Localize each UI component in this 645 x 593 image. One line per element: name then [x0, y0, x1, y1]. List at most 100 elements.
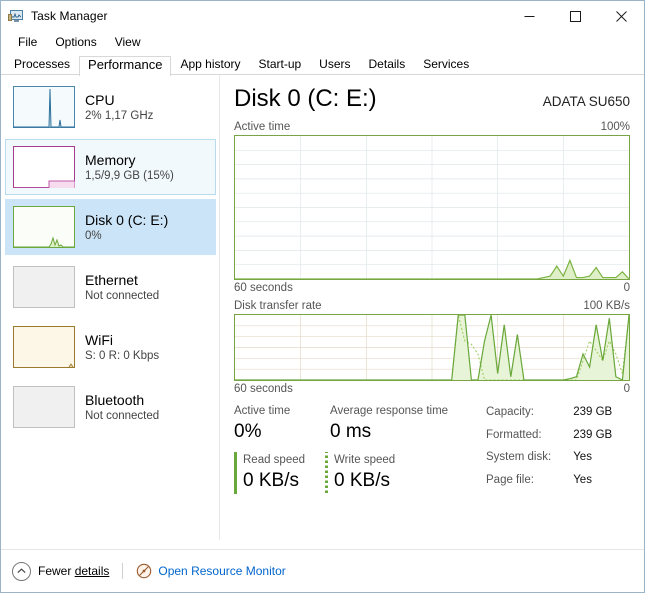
legend-read-speed: Read speed 0 KB/s [234, 452, 325, 494]
info-key: Capacity: [486, 406, 534, 418]
transfer-rate-graph-ymin: 0 [623, 383, 630, 395]
wifi-thumbnail-graph [13, 326, 75, 368]
menu-item-file[interactable]: File [9, 32, 46, 52]
sidebar-item-sublabel: 1,5/9,9 GB (15%) [85, 169, 174, 182]
stat-average-response-time: Average response time 0 ms [330, 404, 484, 445]
transfer-rate-graph-ymax: 100 KB/s [583, 300, 630, 312]
fewer-details-button[interactable]: Fewer details [12, 561, 110, 581]
wave-glyph [12, 13, 21, 18]
sidebar-item-disk-0[interactable]: Disk 0 (C: E:) 0% [5, 199, 216, 255]
tab-app-history[interactable]: App history [171, 53, 249, 75]
tab-users[interactable]: Users [310, 53, 359, 75]
info-value: Yes [573, 473, 592, 486]
disk-stats-left: Active time 0% Average response time 0 m… [234, 404, 630, 494]
bluetooth-thumbnail-graph [13, 386, 75, 428]
transfer-rate-graph-canvas [235, 315, 629, 380]
sidebar-item-wifi[interactable]: WiFi S: 0 R: 0 Kbps [5, 319, 216, 375]
maximize-button[interactable] [552, 1, 598, 31]
sidebar-item-ethernet[interactable]: Ethernet Not connected [5, 259, 216, 315]
active-time-graph-footer: 60 seconds 0 [234, 281, 630, 295]
open-resource-monitor-link[interactable]: Open Resource Monitor [136, 563, 286, 579]
write-speed-color-swatch [325, 452, 329, 494]
performance-detail-panel: Disk 0 (C: E:) ADATA SU650 Active time 1… [220, 75, 644, 540]
transfer-rate-graph-title: Disk transfer rate [234, 300, 322, 312]
info-key: System disk: [486, 451, 552, 463]
menu-item-view[interactable]: View [106, 32, 150, 52]
sidebar-item-sublabel: Not connected [85, 289, 160, 302]
resource-monitor-icon [137, 563, 152, 579]
table-row: System disk: Yes [486, 449, 612, 472]
menu-item-options[interactable]: Options [46, 32, 105, 52]
disk-thumbnail-graph [13, 206, 75, 248]
stat-value: 0 ms [330, 421, 372, 442]
read-speed-color-swatch [234, 452, 237, 494]
active-time-graph-ymax: 100% [600, 121, 630, 133]
disk-stats-metrics: Active time 0% Average response time 0 m… [234, 404, 484, 494]
legend-value: 0 KB/s [243, 470, 299, 491]
active-time-graph [234, 135, 630, 280]
tab-performance[interactable]: Performance [79, 56, 172, 76]
cpu-thumbnail-graph [13, 86, 75, 128]
info-value: 239 GB [573, 406, 613, 418]
table-row: Capacity: 239 GB [486, 404, 612, 427]
sidebar-item-label: Memory [85, 151, 136, 168]
window-controls [506, 1, 644, 31]
legend-label: Read speed [243, 454, 306, 466]
panel-header: Disk 0 (C: E:) ADATA SU650 [234, 85, 630, 113]
legend-value: 0 KB/s [334, 470, 391, 491]
table-row: Page file: Yes [486, 472, 612, 495]
menu-bar: File Options View [1, 31, 644, 53]
active-time-graph-labels: Active time 100% [234, 120, 630, 134]
sidebar-item-bluetooth[interactable]: Bluetooth Not connected [5, 379, 216, 435]
active-time-graph-ymin: 0 [623, 282, 630, 294]
chevron-up-icon [12, 561, 31, 581]
transfer-rate-graph-xlabel: 60 seconds [234, 383, 293, 395]
sidebar-item-sublabel: Not connected [85, 409, 160, 422]
tab-services[interactable]: Services [414, 53, 478, 75]
fewer-details-label: Fewer details [38, 564, 110, 578]
sidebar-item-sublabel: S: 0 R: 0 Kbps [85, 349, 160, 362]
stat-label: Active time [234, 405, 291, 417]
active-time-graph-canvas [235, 136, 629, 279]
status-divider [122, 563, 124, 579]
disk-info-table: Capacity: 239 GB Formatted: 239 GB Syste… [486, 404, 612, 494]
window-title: Task Manager [31, 9, 108, 23]
transfer-rate-graph-footer: 60 seconds 0 [234, 382, 630, 396]
sidebar-item-label: Ethernet [85, 271, 138, 288]
content-area: CPU 2% 1,17 GHz Memory 1,5/9,9 GB (15%) [1, 75, 644, 540]
stat-active-time: Active time 0% [234, 404, 330, 445]
sidebar-item-cpu[interactable]: CPU 2% 1,17 GHz [5, 79, 216, 135]
disk-model-label: ADATA SU650 [542, 94, 630, 109]
tab-strip: Processes Performance App history Start-… [1, 53, 644, 76]
disk-transfer-rate-graph [234, 314, 630, 381]
sidebar-item-label: Disk 0 (C: E:) [85, 211, 169, 228]
sidebar-item-sublabel: 2% 1,17 GHz [85, 109, 154, 122]
memory-thumbnail-graph [13, 146, 75, 188]
legend-write-speed: Write speed 0 KB/s [325, 452, 415, 494]
sidebar-item-label: WiFi [85, 331, 113, 348]
close-button[interactable] [598, 1, 644, 31]
transfer-rate-graph-labels: Disk transfer rate 100 KB/s [234, 299, 630, 313]
disk-stats: Active time 0% Average response time 0 m… [234, 404, 630, 494]
stat-label: Average response time [330, 405, 449, 417]
task-manager-icon [8, 8, 24, 24]
title-bar: Task Manager [1, 1, 644, 31]
close-icon [615, 10, 627, 22]
tab-details[interactable]: Details [360, 53, 415, 75]
active-time-graph-xlabel: 60 seconds [234, 282, 293, 294]
sidebar-item-label: CPU [85, 91, 115, 108]
page-title: Disk 0 (C: E:) [234, 85, 377, 112]
tab-processes[interactable]: Processes [5, 53, 79, 75]
sidebar-item-memory[interactable]: Memory 1,5/9,9 GB (15%) [5, 139, 216, 195]
resource-sidebar: CPU 2% 1,17 GHz Memory 1,5/9,9 GB (15%) [1, 75, 220, 540]
minimize-button[interactable] [506, 1, 552, 31]
tab-start-up[interactable]: Start-up [249, 53, 310, 75]
info-key: Page file: [486, 473, 534, 486]
open-resource-monitor-label: Open Resource Monitor [158, 564, 286, 578]
info-value: Yes [573, 451, 592, 463]
speed-legend: Read speed 0 KB/s Write speed 0 KB/s [234, 452, 484, 494]
ethernet-thumbnail-graph [13, 266, 75, 308]
stat-value: 0% [234, 421, 262, 442]
sidebar-item-label: Bluetooth [85, 391, 145, 408]
table-row: Formatted: 239 GB [486, 427, 612, 450]
